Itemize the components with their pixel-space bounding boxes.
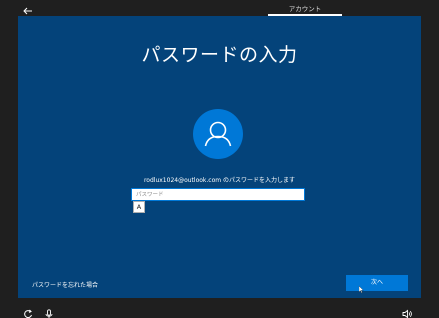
- user-icon: [204, 121, 232, 147]
- tab-account: アカウント: [288, 5, 322, 13]
- signin-panel: パスワードの入力 rodlux1024@outlook.com のパスワードを入…: [18, 16, 421, 298]
- ime-mode-indicator: A: [133, 201, 145, 213]
- password-input[interactable]: [132, 189, 304, 200]
- ease-of-access-icon[interactable]: [23, 304, 33, 318]
- volume-icon[interactable]: [402, 304, 412, 318]
- back-arrow-icon[interactable]: [22, 2, 34, 15]
- avatar: [193, 109, 243, 159]
- password-field[interactable]: [131, 188, 305, 201]
- bottom-bar: [0, 298, 439, 318]
- microphone-icon[interactable]: [44, 304, 54, 318]
- instruction-text: rodlux1024@outlook.com のパスワードを入力します: [143, 177, 296, 184]
- page-title: パスワードの入力: [141, 44, 298, 66]
- next-button[interactable]: 次へ: [346, 275, 408, 291]
- top-bar: アカウント: [0, 0, 439, 16]
- forgot-password-link[interactable]: パスワードを忘れた場合: [32, 280, 98, 289]
- oobe-screen: アカウント パスワードの入力 rodlux1024@outlook.com のパ…: [0, 0, 439, 318]
